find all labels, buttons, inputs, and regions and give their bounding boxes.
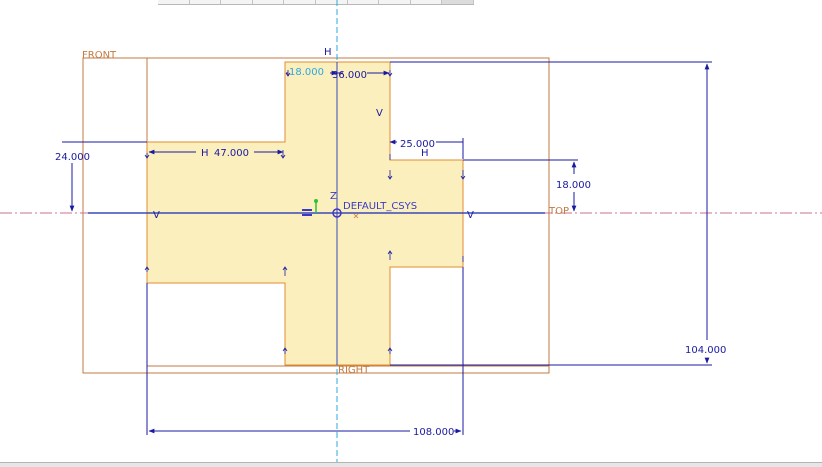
dim-top-arm-width[interactable]: 36.000 <box>332 70 367 81</box>
csys-axis-label: Z <box>330 191 337 202</box>
dim-right-height[interactable]: 18.000 <box>556 180 591 191</box>
csys-label[interactable]: DEFAULT_CSYS <box>343 201 417 212</box>
dim-total-width[interactable]: 108.000 <box>413 427 454 438</box>
front-datum-label[interactable]: FRONT <box>82 50 117 61</box>
dim-right-arm-length[interactable]: 25.000 <box>400 139 435 150</box>
right-datum-label[interactable]: RIGHT <box>338 365 370 376</box>
dim-left-arm-length[interactable]: 47.000 <box>214 148 249 159</box>
constraint-horizontal-top[interactable]: H <box>324 47 332 58</box>
status-bar-edge <box>0 462 822 467</box>
constraint-vertical-right[interactable]: V <box>467 210 474 221</box>
dim-left-height[interactable]: 24.000 <box>55 152 90 163</box>
constraint-vertical-left[interactable]: V <box>153 210 160 221</box>
top-datum-label[interactable]: TOP <box>548 206 569 217</box>
constraint-vertical-top[interactable]: V <box>376 108 383 119</box>
constraint-horizontal-left[interactable]: H <box>201 148 209 159</box>
dim-total-height[interactable]: 104.000 <box>685 345 726 356</box>
dim-top-arm-half-width[interactable]: 18.000 <box>289 67 324 78</box>
sketch-canvas[interactable]: FRONT TOP RIGHT Z DEFAULT_CSYS H H H V V… <box>0 0 822 462</box>
